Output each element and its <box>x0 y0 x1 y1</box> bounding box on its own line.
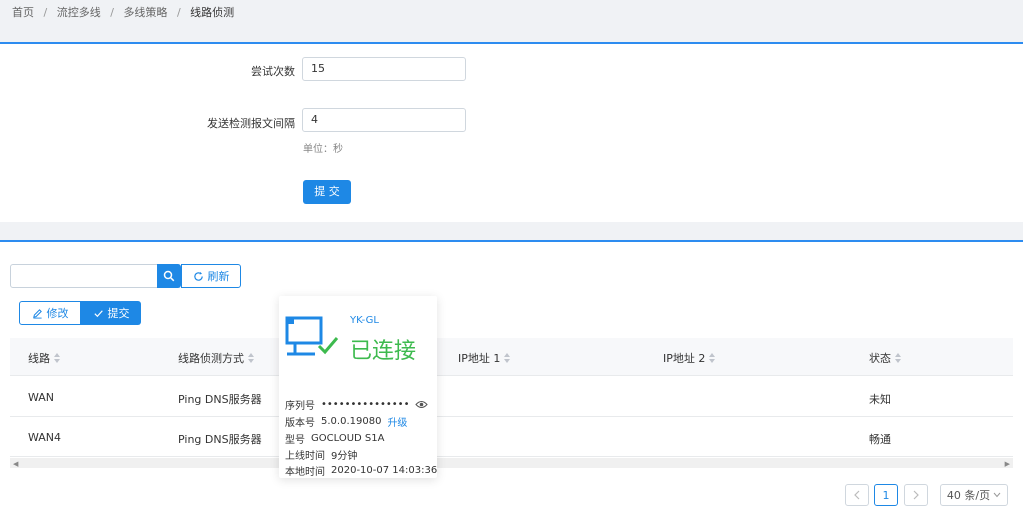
breadcrumb-separator: / <box>176 6 181 19</box>
attempts-input[interactable]: 15 <box>302 57 466 81</box>
column-header-ip1[interactable]: IP地址 1 <box>458 350 511 366</box>
version-row: 版本号 5.0.0.19080 升级 <box>285 414 407 429</box>
localtime-label: 本地时间 <box>285 467 325 478</box>
submit-button[interactable]: 提交 <box>81 301 141 325</box>
uptime-label: 上线时间 <box>285 451 325 462</box>
line-table-card: 刷新 修改 提交 线路 线路侦测方式 IP地址 1 IP地址 2 状态 WAN … <box>0 240 1023 506</box>
next-page-button[interactable] <box>904 484 928 506</box>
interval-input[interactable]: 4 <box>302 108 466 132</box>
uptime-row: 上线时间 9分钟 <box>285 447 357 462</box>
search-input[interactable] <box>10 264 158 288</box>
cell-status: 畅通 <box>869 433 891 446</box>
model-label: 型号 <box>285 435 305 446</box>
pencil-icon <box>32 308 42 319</box>
model-value: GOCLOUD S1A <box>311 433 385 444</box>
column-header-method[interactable]: 线路侦测方式 <box>178 350 254 366</box>
table-row[interactable]: WAN4 Ping DNS服务器 畅通 <box>10 417 1013 457</box>
search-button[interactable] <box>157 264 181 288</box>
page-1-button[interactable]: 1 <box>874 484 898 506</box>
router-connected-icon <box>285 316 339 356</box>
chevron-left-icon <box>854 490 860 500</box>
sort-icon <box>54 353 60 363</box>
sort-icon <box>895 353 901 363</box>
cell-line: WAN4 <box>28 431 62 444</box>
cell-status: 未知 <box>869 393 891 406</box>
localtime-value: 2020-10-07 14:03:36 <box>331 465 438 476</box>
uptime-value: 9分钟 <box>331 451 358 462</box>
version-value: 5.0.0.19080 <box>321 416 382 427</box>
column-header-line[interactable]: 线路 <box>28 350 60 366</box>
refresh-label: 刷新 <box>207 270 230 283</box>
form-submit-button[interactable]: 提 交 <box>303 180 351 204</box>
unit-hint: 单位：秒 <box>303 144 343 155</box>
submit-label: 提交 <box>107 307 130 320</box>
localtime-row: 本地时间 2020-10-07 14:03:36 <box>285 463 437 478</box>
sort-icon <box>248 353 254 363</box>
cell-method: Ping DNS服务器 <box>178 393 262 406</box>
chevron-down-icon <box>993 492 1001 498</box>
table-header: 线路 线路侦测方式 IP地址 1 IP地址 2 状态 <box>10 338 1013 376</box>
breadcrumb-current: 线路侦测 <box>190 6 235 19</box>
edit-label: 修改 <box>46 307 69 320</box>
search-icon <box>163 270 175 282</box>
chevron-right-icon <box>913 490 919 500</box>
scroll-right-icon[interactable]: ▶ <box>1005 460 1010 468</box>
detection-settings-card: 尝试次数 15 发送检测报文间隔 4 单位：秒 提 交 <box>0 42 1023 222</box>
breadcrumb-home[interactable]: 首页 <box>12 4 34 20</box>
prev-page-button[interactable] <box>845 484 869 506</box>
table-row[interactable]: WAN Ping DNS服务器 未知 <box>10 377 1013 417</box>
cell-method: Ping DNS服务器 <box>178 433 262 446</box>
edit-button[interactable]: 修改 <box>19 301 81 325</box>
interval-label: 发送检测报文间隔 <box>207 117 295 130</box>
breadcrumb: 首页 / 流控多线 / 多线策略 / 线路侦测 <box>12 4 234 20</box>
refresh-icon <box>193 271 203 281</box>
serial-label: 序列号 <box>285 401 315 412</box>
breadcrumb-separator: / <box>43 6 48 19</box>
page-size-value: 40 条/页 <box>946 489 991 502</box>
sort-icon <box>709 353 716 363</box>
breadcrumb-separator: / <box>110 6 114 19</box>
breadcrumb-strategy[interactable]: 多线策略 <box>123 4 167 20</box>
scroll-left-icon[interactable]: ◀ <box>13 460 18 468</box>
breadcrumb-multiline[interactable]: 流控多线 <box>57 4 101 20</box>
device-status-popup: YK-GL 已连接 序列号 ••••••••••••••• 版本号 5.0.0.… <box>279 296 437 478</box>
column-header-ip2[interactable]: IP地址 2 <box>663 350 716 366</box>
eye-icon[interactable] <box>415 400 429 409</box>
version-label: 版本号 <box>285 418 315 429</box>
model-row: 型号 GOCLOUD S1A <box>285 431 384 446</box>
attempts-label: 尝试次数 <box>251 65 295 78</box>
device-name: YK-GL <box>350 315 379 326</box>
column-header-status[interactable]: 状态 <box>869 350 901 366</box>
upgrade-link[interactable]: 升级 <box>387 414 407 429</box>
refresh-button[interactable]: 刷新 <box>181 264 241 288</box>
cell-line: WAN <box>28 391 55 404</box>
page-size-select[interactable]: 40 条/页 <box>940 484 1008 506</box>
horizontal-scrollbar[interactable]: ◀ ▶ <box>10 458 1013 468</box>
serial-value: ••••••••••••••• <box>321 399 410 410</box>
sort-icon <box>504 353 511 363</box>
serial-row: 序列号 ••••••••••••••• <box>285 397 429 412</box>
check-icon <box>93 309 103 317</box>
connection-status: 已连接 <box>350 339 417 364</box>
